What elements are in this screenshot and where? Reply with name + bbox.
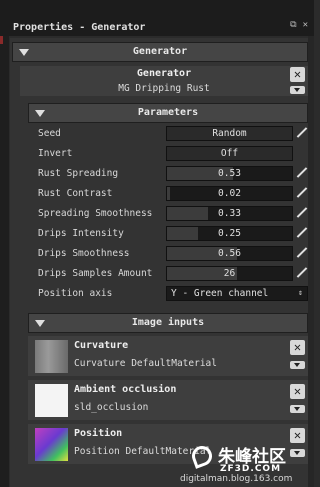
param-label: Spreading Smoothness — [38, 208, 153, 219]
edit-pencil-icon[interactable] — [296, 186, 308, 200]
param-label: Rust Spreading — [38, 168, 119, 179]
param-label: Drips Smoothness — [38, 248, 130, 259]
watermark-site: digitalman.blog.163.com — [180, 474, 293, 484]
generator-card: Generator MG Dripping Rust ✕ — [20, 66, 308, 96]
watermark-url: ZF3D.COM — [220, 464, 282, 474]
edit-pencil-icon[interactable] — [296, 246, 308, 260]
ambient-occlusion-thumbnail — [35, 384, 68, 417]
param-button[interactable]: Off — [166, 146, 293, 161]
param-label: Drips Intensity — [38, 228, 124, 239]
image-input-ambient-occlusion[interactable]: Ambient occlusion sld_occlusion ✕ — [28, 380, 308, 420]
left-edge — [0, 36, 9, 487]
param-label: Rust Contrast — [38, 188, 113, 199]
param-row: Rust Contrast 0.02 — [28, 185, 308, 203]
scrollbar[interactable] — [308, 36, 314, 487]
input-dropdown-button[interactable] — [290, 361, 305, 369]
generator-section-label: Generator — [132, 46, 188, 57]
generator-subtitle: MG Dripping Rust — [118, 83, 210, 94]
param-row: Drips Samples Amount 26 — [28, 265, 308, 283]
parameters-section-header[interactable]: Parameters — [28, 103, 308, 123]
select-value: Y - Green channel — [171, 288, 269, 299]
param-row: Rust Spreading 0.53 — [28, 165, 308, 183]
generator-section-header[interactable]: Generator — [12, 42, 308, 62]
param-value: 0.02 — [218, 188, 241, 199]
input-name: Ambient occlusion — [74, 384, 177, 395]
window-controls: ⧉ ✕ — [290, 20, 308, 30]
input-name: Curvature — [74, 340, 129, 351]
param-value: 0.33 — [218, 208, 241, 219]
curvature-thumbnail — [35, 340, 68, 373]
chevron-icon: ⇕ — [298, 288, 303, 297]
param-row: Seed Random — [28, 125, 308, 143]
input-dropdown-button[interactable] — [290, 405, 305, 413]
param-value: 0.53 — [218, 168, 241, 179]
generator-title: Generator — [136, 68, 192, 79]
param-value: 0.56 — [218, 248, 241, 259]
param-row: Position axis Y - Green channel ⇕ — [28, 285, 308, 303]
param-label: Drips Samples Amount — [38, 268, 153, 279]
remove-input-button[interactable]: ✕ — [290, 384, 305, 399]
param-value: Off — [220, 148, 239, 159]
param-slider[interactable]: 0.56 — [166, 246, 293, 261]
edit-pencil-icon[interactable] — [296, 206, 308, 220]
param-row: Spreading Smoothness 0.33 — [28, 205, 308, 223]
generator-dropdown-button[interactable] — [290, 86, 305, 94]
input-source: sld_occlusion — [74, 402, 149, 413]
window-title: Properties - Generator — [13, 22, 146, 33]
param-slider[interactable]: 0.02 — [166, 186, 293, 201]
param-label: Position axis — [38, 288, 113, 299]
param-label: Seed — [38, 128, 61, 139]
remove-input-button[interactable]: ✕ — [290, 340, 305, 355]
param-button[interactable]: Random — [166, 126, 293, 141]
edit-pencil-icon[interactable] — [296, 166, 308, 180]
param-value: 0.25 — [218, 228, 241, 239]
param-slider[interactable]: 0.33 — [166, 206, 293, 221]
position-thumbnail — [35, 428, 68, 461]
float-icon[interactable]: ⧉ — [290, 20, 296, 30]
edit-pencil-icon[interactable] — [296, 226, 308, 240]
image-inputs-section-header[interactable]: Image inputs — [28, 313, 308, 333]
param-slider[interactable]: 0.53 — [166, 166, 293, 181]
remove-input-button[interactable]: ✕ — [290, 428, 305, 443]
remove-generator-button[interactable]: ✕ — [290, 67, 305, 82]
input-source: Curvature DefaultMaterial — [74, 358, 217, 369]
param-row: Invert Off — [28, 145, 308, 163]
close-window-icon[interactable]: ✕ — [303, 20, 308, 30]
edit-pencil-icon[interactable] — [296, 126, 308, 140]
position-axis-select[interactable]: Y - Green channel ⇕ — [166, 286, 308, 301]
param-value: Random — [212, 128, 247, 139]
param-row: Drips Intensity 0.25 — [28, 225, 308, 243]
param-label: Invert — [38, 148, 73, 159]
param-slider[interactable]: 26 — [166, 266, 293, 281]
param-value: 26 — [223, 268, 236, 279]
parameters-section-label: Parameters — [137, 107, 199, 118]
image-inputs-section-label: Image inputs — [131, 317, 205, 328]
param-slider[interactable]: 0.25 — [166, 226, 293, 241]
image-input-curvature[interactable]: Curvature Curvature DefaultMaterial ✕ — [28, 336, 308, 376]
edit-pencil-icon[interactable] — [296, 266, 308, 280]
title-bar: Properties - Generator ⧉ ✕ — [0, 0, 314, 36]
input-name: Position — [74, 428, 123, 439]
param-row: Drips Smoothness 0.56 — [28, 245, 308, 263]
watermark-logo — [189, 443, 215, 469]
